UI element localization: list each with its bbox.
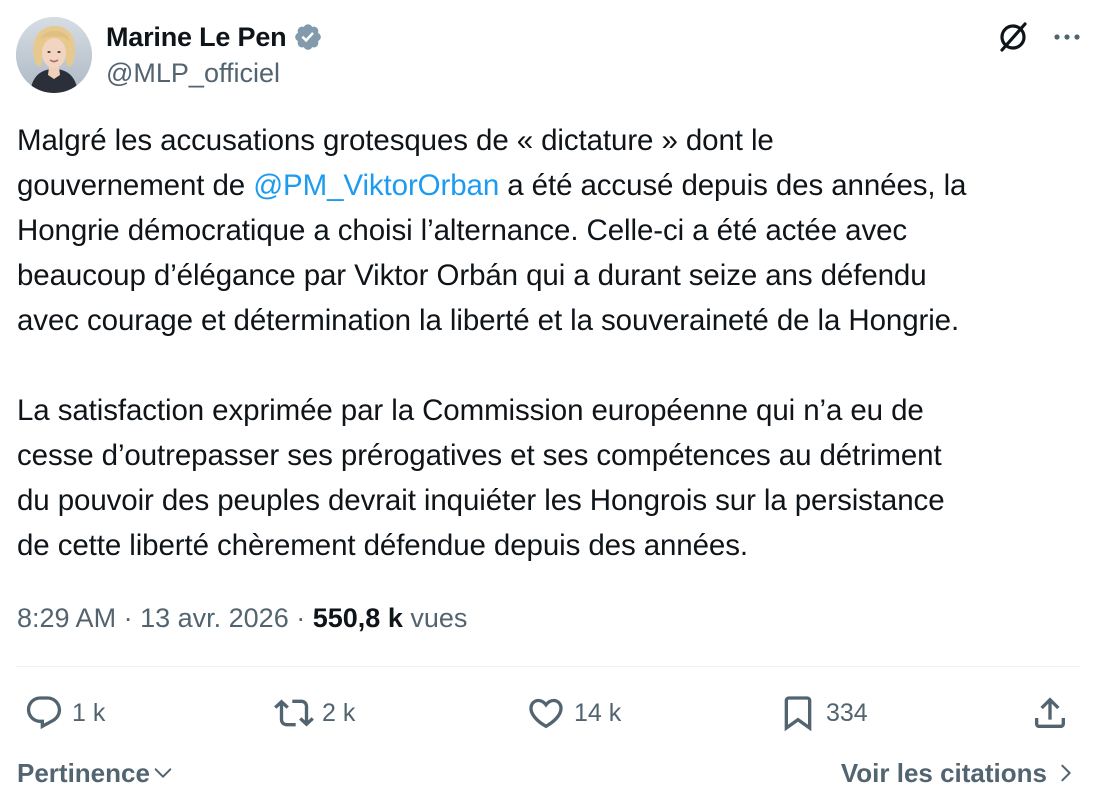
reply-count: 1 k — [72, 698, 106, 727]
like-button[interactable]: 14 k — [526, 690, 621, 736]
more-options-icon[interactable] — [1050, 20, 1084, 54]
action-bar: 1 k 2 k 14 k 334 — [0, 690, 1100, 736]
heart-icon — [529, 698, 563, 729]
tweet-text: Malgré les accusations grotesques de « d… — [17, 118, 1087, 568]
verified-badge-icon[interactable] — [293, 22, 323, 52]
reply-button[interactable]: 1 k — [24, 690, 105, 736]
replies-footer: Pertinence Voir les citations — [17, 754, 1077, 794]
author-handle[interactable]: @MLP_officiel — [106, 55, 323, 91]
mention-link[interactable]: @PM_ViktorOrban — [253, 169, 499, 202]
tweet-date[interactable]: 13 avr. 2026 — [140, 603, 289, 633]
avatar-image — [16, 17, 92, 93]
bookmark-count: 334 — [826, 698, 868, 727]
grok-icon[interactable] — [996, 20, 1030, 54]
tweet-paragraph-1: Malgré les accusations grotesques de « d… — [17, 118, 1087, 343]
chevron-right-icon — [1061, 764, 1071, 782]
repost-icon — [274, 699, 314, 727]
views-label: vues — [410, 603, 468, 633]
display-name[interactable]: Marine Le Pen — [106, 19, 287, 55]
chevron-down-icon — [154, 768, 172, 778]
views-count: 550,8 k — [312, 603, 403, 633]
bookmark-button[interactable]: 334 — [778, 690, 868, 736]
divider — [16, 666, 1080, 667]
sort-label: Pertinence — [17, 758, 150, 788]
bookmark-icon — [784, 696, 812, 732]
repost-count: 2 k — [322, 698, 356, 727]
author-block: Marine Le Pen @MLP_officiel — [106, 19, 323, 91]
name-row: Marine Le Pen — [106, 19, 323, 55]
meta-separator: · — [123, 603, 133, 633]
meta-separator: · — [296, 603, 306, 633]
view-quotes-label: Voir les citations — [840, 758, 1047, 788]
tweet-meta: 8:29 AM · 13 avr. 2026 · 550,8 k vues — [17, 600, 467, 636]
tweet-header: Marine Le Pen @MLP_officiel — [16, 16, 1084, 96]
top-actions — [996, 20, 1084, 54]
sort-dropdown[interactable]: Pertinence — [17, 754, 174, 792]
avatar[interactable] — [16, 17, 92, 93]
repost-button[interactable]: 2 k — [274, 690, 355, 736]
share-icon — [1035, 697, 1065, 728]
reply-icon — [26, 696, 62, 730]
view-quotes-link[interactable]: Voir les citations — [841, 754, 1077, 792]
tweet-time[interactable]: 8:29 AM — [17, 603, 116, 633]
tweet-paragraph-2: La satisfaction exprimée par la Commissi… — [17, 394, 945, 562]
like-count: 14 k — [574, 698, 622, 727]
share-button[interactable] — [1030, 690, 1070, 736]
